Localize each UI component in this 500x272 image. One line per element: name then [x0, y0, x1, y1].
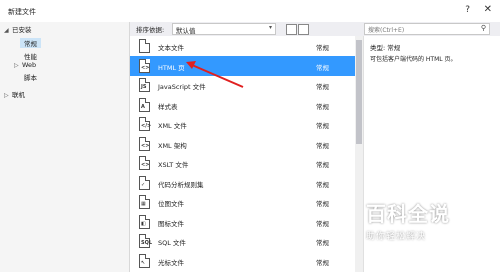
tree-item-web[interactable]: ▷ Web [14, 61, 36, 69]
template-row[interactable]: SQL SQL 文件 常规 [130, 231, 355, 251]
close-button[interactable]: ✕ [484, 4, 492, 15]
watermark: 百科全说 助你轻松解决 [366, 198, 450, 242]
sql-file-icon: SQL [139, 234, 152, 248]
template-category: 常规 [316, 83, 329, 91]
scrollbar-thumb[interactable] [356, 40, 362, 144]
watermark-subtitle: 助你轻松解决 [366, 232, 427, 242]
chevron-down-icon: ▾ [268, 24, 272, 31]
search-input[interactable]: 搜索(Ctrl+E) ⚲ [364, 23, 490, 35]
template-row[interactable]: <> XSLT 文件 常规 [130, 153, 355, 173]
tree-node-online[interactable]: ▷ 联机 [4, 89, 25, 99]
tree-item-script[interactable]: 脚本 [24, 72, 37, 82]
title-bar: 新建文件 ? ✕ [0, 0, 500, 22]
template-list: 文本文件 常规 <> HTML 页常规 JS JavaScript 文件 常规 A 样式表 常规 <… [130, 36, 355, 272]
sort-value: 默认值 [176, 27, 196, 35]
details-description: 可包括客户端代码的 HTML 页。 [370, 56, 457, 63]
template-name: XML 文件 [158, 122, 187, 130]
sort-dropdown[interactable]: 默认值 ▾ [172, 23, 276, 35]
details-type: 类型: 常规 [370, 44, 401, 52]
sort-label: 排序依据: [136, 26, 165, 34]
template-category: 常规 [316, 122, 329, 130]
bitmap-icon: ▦ [139, 195, 150, 209]
search-placeholder: 搜索(Ctrl+E) [368, 27, 405, 34]
xml-schema-icon: <> [139, 136, 150, 151]
template-category: 常规 [316, 63, 329, 72]
html-file-icon: <> [139, 58, 150, 73]
text-file-icon [139, 39, 150, 53]
template-row[interactable]: A 样式表 常规 [130, 95, 355, 115]
template-name: 样式表 [158, 102, 178, 111]
template-category: 常规 [316, 102, 329, 111]
tree-item-performance[interactable]: 性能 [24, 51, 37, 61]
template-category: 常规 [316, 239, 329, 247]
template-category: 常规 [316, 141, 329, 150]
icon-file-icon: ◧ [139, 214, 150, 229]
template-row[interactable]: 文本文件 常规 [130, 36, 355, 56]
template-name: JavaScript 文件 [158, 83, 206, 91]
template-category: 常规 [316, 44, 329, 52]
template-name: 代码分析规则集 [158, 180, 204, 189]
watermark-title: 百科全说 [366, 202, 450, 226]
cursor-file-icon: ↖ [139, 253, 150, 268]
window-title: 新建文件 [8, 8, 36, 16]
template-row[interactable]: ↖ 光标文件 常规 [130, 251, 355, 271]
template-category: 常规 [316, 180, 329, 189]
ruleset-icon: ✓ [139, 175, 150, 190]
tree-item-general[interactable]: 常规 [20, 38, 41, 48]
template-category: 常规 [316, 200, 329, 208]
template-row[interactable]: <> XML 架构 常规 [130, 134, 355, 154]
list-view-icon[interactable] [298, 24, 309, 35]
template-category: 常规 [316, 258, 329, 267]
help-button[interactable]: ? [465, 5, 470, 15]
chevron-down-icon: ◢ [4, 27, 9, 34]
chevron-right-icon: ▷ [14, 62, 19, 69]
xml-file-icon: </> [139, 117, 151, 131]
template-name: HTML 页 [158, 63, 185, 72]
search-icon: ⚲ [480, 24, 486, 32]
template-row[interactable]: </> XML 文件 常规 [130, 114, 355, 134]
template-name: SQL 文件 [158, 239, 186, 247]
grid-view-icon[interactable] [286, 24, 297, 35]
tree-node-installed[interactable]: ◢ 已安装 [4, 24, 32, 34]
template-name: XSLT 文件 [158, 161, 189, 169]
template-row[interactable]: ▦ 位图文件 常规 [130, 192, 355, 212]
template-category: 常规 [316, 219, 329, 228]
template-name: 光标文件 [158, 258, 184, 267]
template-name: XML 架构 [158, 141, 187, 150]
template-name: 位图文件 [158, 200, 184, 208]
template-name: 文本文件 [158, 44, 184, 52]
template-row[interactable]: ✓ 代码分析规则集 常规 [130, 173, 355, 193]
css-file-icon: A [139, 97, 150, 112]
template-name: 图标文件 [158, 219, 184, 228]
scrollbar[interactable] [355, 36, 363, 272]
template-row[interactable]: JS JavaScript 文件 常规 [130, 75, 355, 95]
xslt-file-icon: <> [139, 156, 150, 170]
toolbar: 排序依据: 默认值 ▾ 搜索(Ctrl+E) ⚲ [130, 22, 500, 36]
js-file-icon: JS [139, 78, 150, 92]
chevron-right-icon: ▷ [4, 92, 9, 99]
category-tree: ◢ 已安装 常规 性能 ▷ Web 脚本 ▷ 联机 [0, 22, 130, 272]
template-category: 常规 [316, 161, 329, 169]
template-row[interactable]: <> HTML 页 常规 [130, 55, 355, 76]
template-row[interactable]: ◧ 图标文件 常规 [130, 212, 355, 232]
